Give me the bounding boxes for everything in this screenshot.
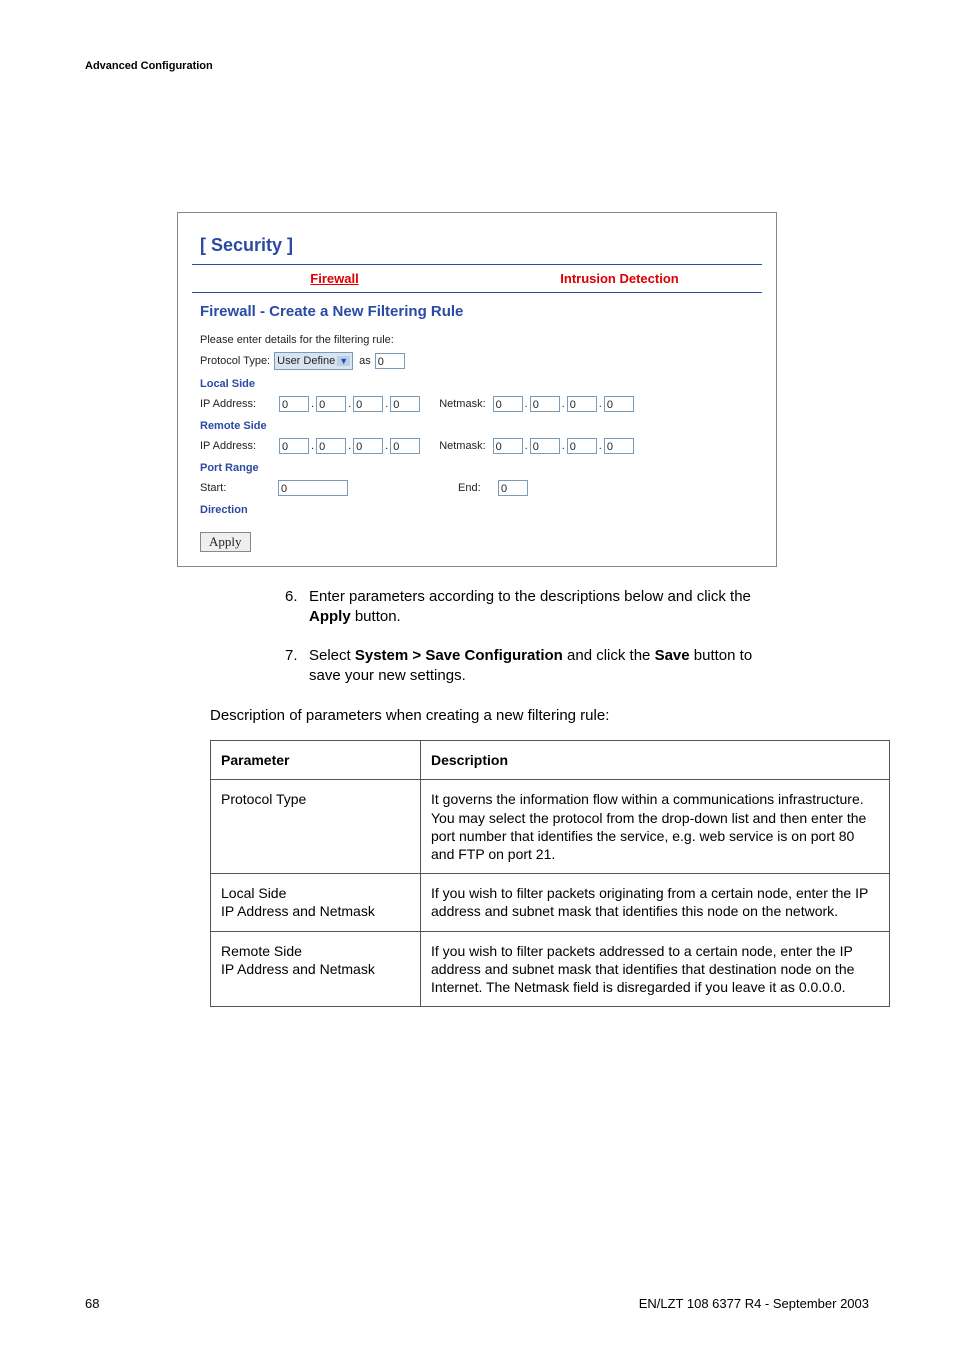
param-desc: It governs the information flow within a… [421, 780, 890, 874]
tab-firewall[interactable]: Firewall [192, 265, 477, 292]
step-7-num: 7. [285, 646, 309, 687]
local-nm-oct4[interactable]: 0 [604, 396, 634, 412]
steps-list: 6. Enter parameters according to the des… [285, 587, 765, 686]
port-range-heading: Port Range [200, 462, 762, 474]
local-ip-oct3[interactable]: 0 [353, 396, 383, 412]
local-ip-label: IP Address: [200, 398, 278, 410]
local-ip-row: IP Address: 0. 0. 0. 0 Netmask: 0. 0. 0.… [200, 396, 762, 412]
step-7-bold-2: Save [655, 647, 690, 664]
param-name-b: IP Address and Netmask [221, 903, 375, 919]
step-7-text-a: Select [309, 647, 355, 664]
remote-ip-oct2[interactable]: 0 [316, 438, 346, 454]
as-input[interactable]: 0 [375, 353, 405, 369]
table-row: Remote Side IP Address and Netmask If you… [211, 931, 890, 1007]
step-6: 6. Enter parameters according to the des… [285, 587, 765, 628]
instr-text: Please enter details for the filtering r… [200, 334, 762, 346]
param-desc: If you wish to filter packets addressed … [421, 931, 890, 1007]
protocol-type-row: Protocol Type: User Define ▼ as 0 [200, 352, 762, 370]
table-row: Local Side IP Address and Netmask If you … [211, 874, 890, 931]
as-label: as [359, 355, 371, 367]
local-side-heading: Local Side [200, 378, 762, 390]
param-desc: If you wish to filter packets originatin… [421, 874, 890, 931]
th-parameter: Parameter [211, 741, 421, 780]
port-range-row: Start: 0 End: 0 [200, 480, 762, 496]
step-7: 7. Select System > Save Configuration an… [285, 646, 765, 687]
param-name: Protocol Type [221, 791, 306, 807]
end-label: End: [458, 482, 498, 494]
start-input[interactable]: 0 [278, 480, 348, 496]
firewall-screenshot: [ Security ] Firewall Intrusion Detectio… [177, 212, 777, 567]
protocol-type-select[interactable]: User Define ▼ [274, 352, 353, 370]
protocol-type-label: Protocol Type: [200, 355, 270, 367]
step-7-bold-1: System > Save Configuration [355, 647, 563, 664]
step-6-bold: Apply [309, 608, 351, 625]
step-7-text-c: and click the [563, 647, 655, 664]
th-description: Description [421, 741, 890, 780]
local-nm-oct1[interactable]: 0 [493, 396, 523, 412]
page-header: Advanced Configuration [85, 60, 869, 72]
remote-ip-label: IP Address: [200, 440, 278, 452]
remote-nm-oct3[interactable]: 0 [567, 438, 597, 454]
table-row: Protocol Type It governs the information… [211, 780, 890, 874]
form-area: Please enter details for the filtering r… [192, 334, 762, 552]
apply-button[interactable]: Apply [200, 532, 251, 552]
remote-netmask-label: Netmask: [439, 440, 485, 452]
description-intro: Description of parameters when creating … [210, 706, 770, 726]
end-input[interactable]: 0 [498, 480, 528, 496]
param-name: Local Side [221, 885, 286, 901]
remote-ip-oct4[interactable]: 0 [390, 438, 420, 454]
remote-ip-row: IP Address: 0. 0. 0. 0 Netmask: 0. 0. 0.… [200, 438, 762, 454]
param-name-b: IP Address and Netmask [221, 961, 375, 977]
chevron-down-icon: ▼ [337, 356, 350, 366]
remote-nm-oct2[interactable]: 0 [530, 438, 560, 454]
local-ip-oct2[interactable]: 0 [316, 396, 346, 412]
local-nm-oct3[interactable]: 0 [567, 396, 597, 412]
protocol-type-value: User Define [277, 355, 335, 367]
remote-side-heading: Remote Side [200, 420, 762, 432]
remote-nm-oct1[interactable]: 0 [493, 438, 523, 454]
step-6-num: 6. [285, 587, 309, 628]
doc-id: EN/LZT 108 6377 R4 - September 2003 [639, 1296, 869, 1311]
step-6-text-a: Enter parameters according to the descri… [309, 588, 751, 605]
params-table: Parameter Description Protocol Type It g… [210, 740, 890, 1007]
tab-intrusion-detection[interactable]: Intrusion Detection [477, 265, 762, 292]
direction-heading: Direction [200, 504, 762, 516]
panel-title: Firewall - Create a New Filtering Rule [200, 303, 762, 320]
local-ip-oct4[interactable]: 0 [390, 396, 420, 412]
step-6-text-c: button. [351, 608, 401, 625]
start-label: Start: [200, 482, 278, 494]
param-name: Remote Side [221, 943, 302, 959]
local-netmask-label: Netmask: [439, 398, 485, 410]
tab-bar: Firewall Intrusion Detection [192, 264, 762, 293]
remote-ip-oct1[interactable]: 0 [279, 438, 309, 454]
page-footer: 68 EN/LZT 108 6377 R4 - September 2003 [85, 1296, 869, 1311]
page-number: 68 [85, 1296, 99, 1311]
section-title: [ Security ] [200, 235, 762, 256]
local-ip-oct1[interactable]: 0 [279, 396, 309, 412]
local-nm-oct2[interactable]: 0 [530, 396, 560, 412]
remote-ip-oct3[interactable]: 0 [353, 438, 383, 454]
remote-nm-oct4[interactable]: 0 [604, 438, 634, 454]
